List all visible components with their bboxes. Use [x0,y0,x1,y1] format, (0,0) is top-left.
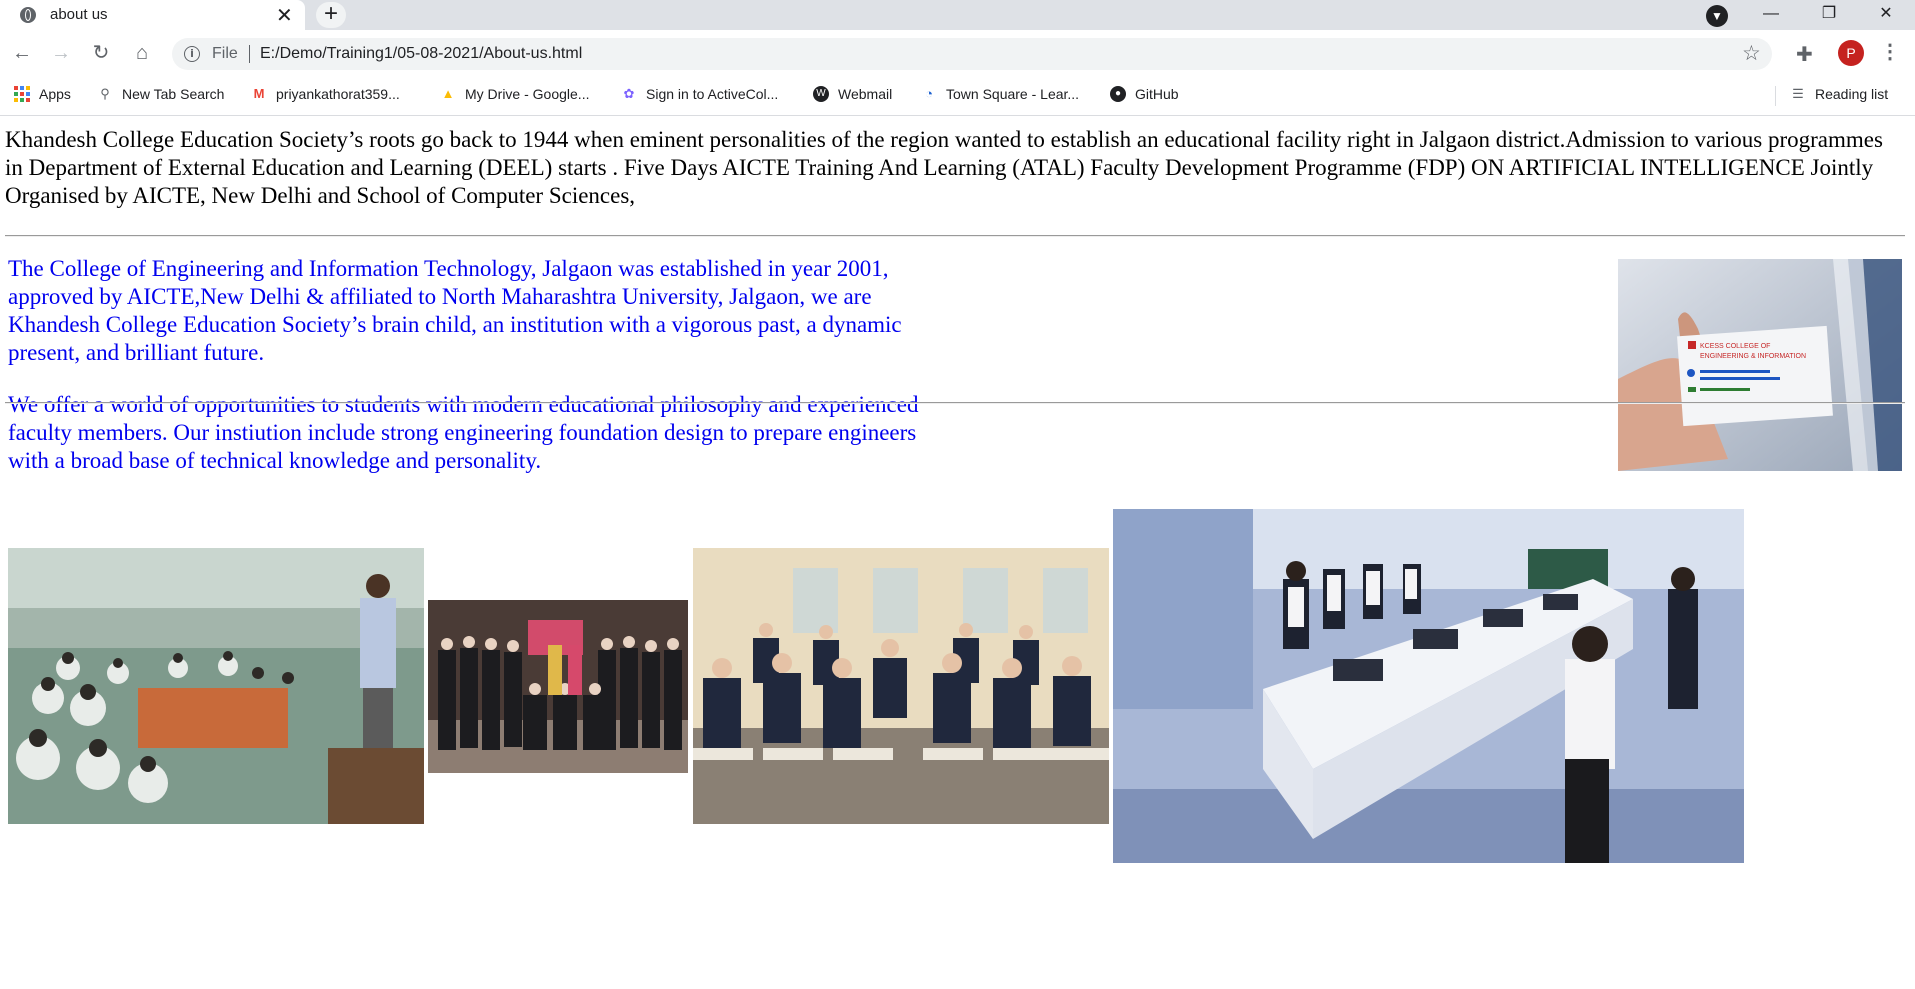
group-photo-illustration [428,600,688,773]
active-tab[interactable]: about us ✕ [0,0,305,30]
forward-arrow-icon[interactable]: → [48,40,74,66]
window-close-icon[interactable]: ✕ [1863,0,1909,30]
tab-search-icon[interactable]: ▼ [1706,5,1728,27]
seminar-hall-photo [8,548,424,824]
info-icon[interactable]: i [184,46,200,62]
minimize-icon[interactable]: — [1748,0,1794,30]
bookmark-apps[interactable]: Apps [14,86,71,102]
home-icon[interactable]: ⌂ [129,40,155,66]
seminar-hall-illustration [8,548,424,824]
divider [249,45,250,63]
webmail-icon: W [813,86,829,102]
bookmark-label: priyankathorat359... [276,86,400,102]
bookmark-label: GitHub [1135,86,1179,102]
town-square-icon: ◔ [925,86,933,101]
bookmarks-divider [1775,86,1776,106]
back-arrow-icon[interactable]: ← [9,40,35,66]
bookmark-gmail[interactable]: M priyankathorat359... [251,86,400,102]
google-drive-icon: ▲ [441,86,455,101]
bookmark-activecollab[interactable]: ✿ Sign in to ActiveCol... [621,86,779,102]
bookmark-my-drive[interactable]: ▲ My Drive - Google... [440,86,590,102]
bookmark-label: Apps [39,86,71,102]
github-icon: ● [1110,86,1126,102]
extensions-puzzle-icon[interactable]: ✚ [1796,42,1813,67]
card-college-name: KCESS COLLEGE OF [1700,343,1770,350]
page-content: Khandesh College Education Society’s roo… [0,117,1915,989]
group-photo [428,600,688,773]
horizontal-rule [5,235,1905,237]
about-paragraph-1: The College of Engineering and Informati… [8,256,902,365]
tab-title: about us [50,6,108,23]
restore-icon[interactable]: ❐ [1806,0,1852,30]
new-tab-button[interactable]: + [316,2,346,28]
tab-strip: about us ✕ + ▼ — ❐ ✕ [0,0,1915,30]
card-college-name-2: ENGINEERING & INFORMATION [1700,353,1806,360]
reload-icon[interactable]: ↻ [88,40,114,66]
gmail-icon: M [253,86,265,101]
reading-list-icon: ☰ [1792,86,1804,101]
bookmark-new-tab-search[interactable]: ⚲ New Tab Search [97,86,224,102]
bookmark-label: Sign in to ActiveCol... [646,86,779,102]
horizontal-rule-2 [5,402,1905,404]
menu-kebab-icon[interactable]: ⋮ [1880,39,1900,64]
electronics-lab-illustration [1113,509,1744,863]
bookmark-label: New Tab Search [122,86,225,102]
apps-grid-icon [14,86,30,102]
address-bar[interactable]: i File E:/Demo/Training1/05-08-2021/Abou… [172,38,1772,70]
bookmark-label: Webmail [838,86,893,102]
classroom-illustration [693,548,1109,824]
profile-avatar[interactable]: P [1838,40,1864,66]
url-text[interactable]: E:/Demo/Training1/05-08-2021/About-us.ht… [260,45,582,63]
activecollab-icon: ✿ [623,86,635,101]
bookmarks-bar: Apps ⚲ New Tab Search M priyankathorat35… [0,76,1915,116]
search-icon: ⚲ [100,86,110,101]
reading-list-label: Reading list [1815,86,1889,102]
scheme-label: File [212,45,238,62]
intro-paragraph: Khandesh College Education Society’s roo… [5,127,1883,208]
electronics-lab-photo [1113,509,1744,863]
bookmark-label: Town Square - Lear... [946,86,1080,102]
bookmark-webmail[interactable]: W Webmail [813,86,892,102]
bookmark-label: My Drive - Google... [465,86,590,102]
bookmark-town-square[interactable]: ◔ Town Square - Lear... [921,86,1079,102]
business-card-illustration: KCESS COLLEGE OF ENGINEERING & INFORMATI… [1618,259,1902,471]
reading-list-button[interactable]: ☰ Reading list [1790,86,1888,102]
close-icon[interactable]: ✕ [276,3,293,28]
globe-icon [20,7,36,23]
business-card-image: KCESS COLLEGE OF ENGINEERING & INFORMATI… [1618,259,1902,471]
bookmark-star-icon[interactable]: ☆ [1742,41,1761,66]
browser-toolbar: ← → ↻ ⌂ i File E:/Demo/Training1/05-08-2… [0,30,1915,76]
bookmark-github[interactable]: ● GitHub [1110,86,1179,102]
classroom-photo [693,548,1109,824]
